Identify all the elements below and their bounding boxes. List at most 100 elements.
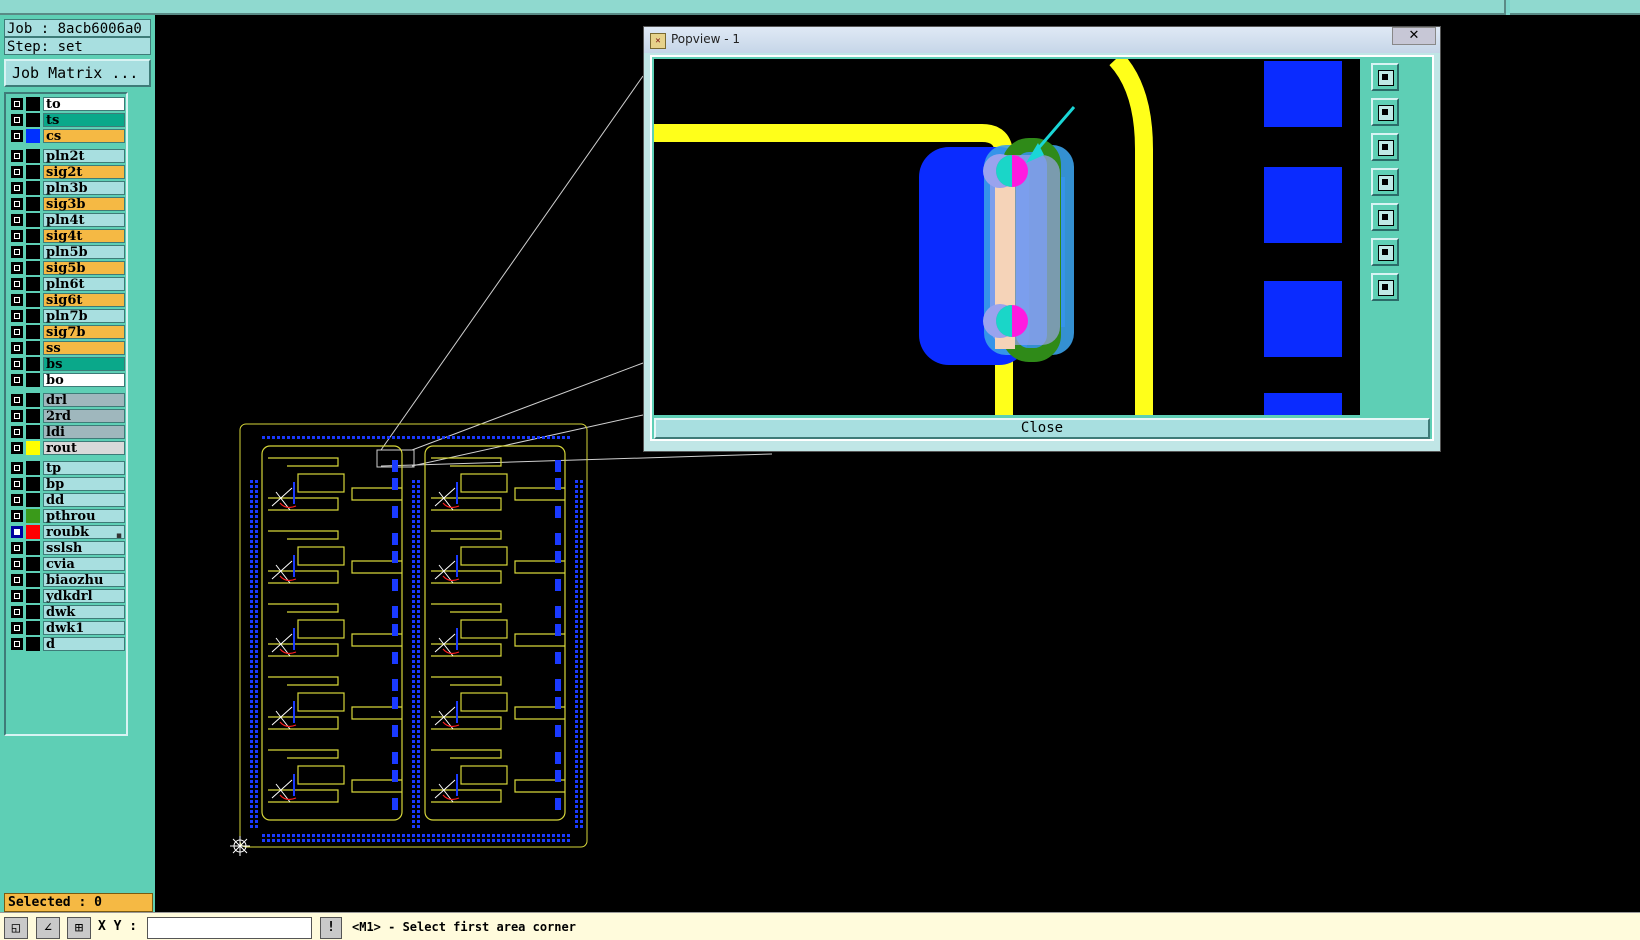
layer-checkbox[interactable] [11,478,23,490]
layer-checkbox[interactable] [11,166,23,178]
layer-checkbox[interactable] [11,622,23,634]
layer-name[interactable]: sig4t [43,229,125,244]
popview-canvas[interactable] [654,59,1360,415]
close-button[interactable]: Close [654,418,1430,439]
layer-color-swatch[interactable] [26,165,40,179]
layer-row-pln7b[interactable]: pln7b [8,308,128,324]
layer-name[interactable]: sig3b [43,197,125,212]
layer-checkbox[interactable] [11,114,23,126]
layer-row-sig3b[interactable]: sig3b [8,196,128,212]
layer-checkbox[interactable] [11,558,23,570]
layer-color-swatch[interactable] [26,113,40,127]
layer-name[interactable]: sig7b [43,325,125,340]
layer-color-swatch[interactable] [26,605,40,619]
layer-row-pthrou[interactable]: pthrou [8,508,128,524]
layer-color-swatch[interactable] [26,509,40,523]
layer-checkbox[interactable] [11,590,23,602]
layer-name[interactable]: pthrou [43,509,125,524]
layer-name[interactable]: d [43,637,125,652]
layer-color-swatch[interactable] [26,149,40,163]
layer-checkbox[interactable] [11,526,23,538]
layer-color-swatch[interactable] [26,589,40,603]
layer-color-swatch[interactable] [26,245,40,259]
layer-color-swatch[interactable] [26,525,40,539]
layer-color-swatch[interactable] [26,393,40,407]
layer-name[interactable]: dwk [43,605,125,620]
layer-row-tp[interactable]: tp [8,460,128,476]
layer-color-swatch[interactable] [26,441,40,455]
layer-name[interactable]: pln7b [43,309,125,324]
layer-row-sig4t[interactable]: sig4t [8,228,128,244]
layer-name[interactable]: bo [43,373,125,388]
layer-name[interactable]: ts [43,113,125,128]
layer-color-swatch[interactable] [26,477,40,491]
layer-row-bp[interactable]: bp [8,476,128,492]
layer-row-ss[interactable]: ss [8,340,128,356]
layer-name[interactable]: sig2t [43,165,125,180]
layer-checkbox[interactable] [11,262,23,274]
layer-name[interactable]: dd [43,493,125,508]
layer-name[interactable]: sslsh [43,541,125,556]
layer-row-pln4t[interactable]: pln4t [8,212,128,228]
layer-name[interactable]: pln6t [43,277,125,292]
layer-color-swatch[interactable] [26,573,40,587]
layer-color-swatch[interactable] [26,357,40,371]
layer-color-swatch[interactable] [26,325,40,339]
layer-checkbox[interactable] [11,606,23,618]
layer-checkbox[interactable] [11,326,23,338]
xy-input[interactable] [147,917,312,939]
layer-checkbox[interactable] [11,246,23,258]
layer-checkbox[interactable] [11,230,23,242]
layer-color-swatch[interactable] [26,373,40,387]
layer-color-swatch[interactable] [26,341,40,355]
layer-color-swatch[interactable] [26,181,40,195]
layer-color-swatch[interactable] [26,309,40,323]
layer-name[interactable]: cs [43,129,125,144]
layer-name[interactable]: biaozhu [43,573,125,588]
alert-button[interactable]: ! [320,917,342,939]
layer-color-swatch[interactable] [26,97,40,111]
layer-checkbox[interactable] [11,462,23,474]
layer-name[interactable]: roubk ▪ [43,525,125,541]
layer-row-biaozhu[interactable]: biaozhu [8,572,128,588]
zoom-fit-icon[interactable] [1371,273,1399,301]
grid-icon[interactable]: ⊞ [67,917,91,939]
layer-name[interactable]: rout [43,441,125,456]
layer-row-sslsh[interactable]: sslsh [8,540,128,556]
layer-name[interactable]: pln3b [43,181,125,196]
layer-name[interactable]: pln4t [43,213,125,228]
layer-name[interactable]: 2rd [43,409,125,424]
layer-row-sig6t[interactable]: sig6t [8,292,128,308]
layer-row-ts[interactable]: ts [8,112,128,128]
layer-checkbox[interactable] [11,410,23,422]
layer-color-swatch[interactable] [26,229,40,243]
layer-row-dwk1[interactable]: dwk1 [8,620,128,636]
layer-checkbox[interactable] [11,150,23,162]
layer-row-dd[interactable]: dd [8,492,128,508]
layer-row-rout[interactable]: rout [8,440,128,456]
layer-row-dwk[interactable]: dwk [8,604,128,620]
layer-name[interactable]: ss [43,341,125,356]
layer-row-sig5b[interactable]: sig5b [8,260,128,276]
layer-name[interactable]: to [43,97,125,112]
layer-row-ldi[interactable]: ldi [8,424,128,440]
layer-color-swatch[interactable] [26,261,40,275]
layer-checkbox[interactable] [11,294,23,306]
layer-name[interactable]: sig6t [43,293,125,308]
layer-checkbox[interactable] [11,278,23,290]
layer-name[interactable]: drl [43,393,125,408]
layer-checkbox[interactable] [11,374,23,386]
layer-checkbox[interactable] [11,510,23,522]
layer-name[interactable]: sig5b [43,261,125,276]
layer-row-ydkdrl[interactable]: ydkdrl [8,588,128,604]
zoom-area-icon[interactable]: ◱ [4,917,28,939]
layer-row-pln5b[interactable]: pln5b [8,244,128,260]
layer-row-roubk[interactable]: roubk ▪ [8,524,128,541]
layer-checkbox[interactable] [11,442,23,454]
layer-row-d[interactable]: d [8,636,128,652]
popview-titlebar[interactable]: ✕ Popview - 1 ✕ [644,27,1440,53]
layer-checkbox[interactable] [11,214,23,226]
layer-checkbox[interactable] [11,342,23,354]
pan-up-icon[interactable] [1371,98,1399,126]
layer-name[interactable]: pln2t [43,149,125,164]
